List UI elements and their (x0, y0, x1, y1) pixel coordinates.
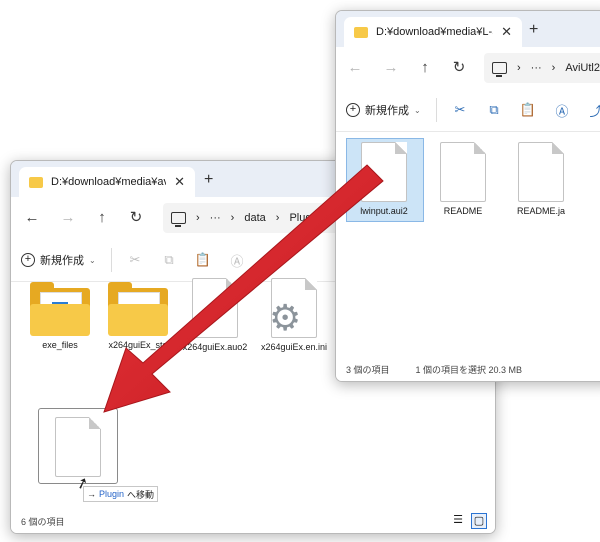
folder-icon (30, 282, 90, 336)
breadcrumb-aviutl2[interactable]: AviUtl2 (565, 62, 600, 74)
forward-arrow-icon[interactable]: → (57, 207, 79, 229)
cut-icon[interactable]: ✂ (443, 102, 477, 118)
up-arrow-icon[interactable]: ↑ (91, 207, 113, 229)
list-item[interactable]: x264guiEx_stg (99, 282, 177, 350)
file-icon (440, 142, 486, 202)
item-label: x264guiEx.en.ini (260, 342, 328, 352)
selection-info: 1 個の項目を選択 20.3 MB (415, 364, 523, 375)
new-item-label: 新規作成 (40, 255, 84, 267)
close-tab-icon[interactable]: ✕ (501, 24, 512, 40)
item-label: x264guiEx.auo2 (182, 342, 248, 352)
details-view-icon[interactable]: ☰ (451, 513, 465, 527)
address-more-button[interactable]: ··· (210, 212, 221, 224)
paste-icon[interactable]: 📋 (511, 102, 545, 118)
cut-icon[interactable]: ✂ (118, 252, 152, 268)
share-icon[interactable]: ⤴ (579, 101, 600, 120)
folder-icon (29, 176, 43, 188)
list-item[interactable]: README.ja (502, 142, 580, 216)
move-target: Plugin (99, 489, 125, 499)
move-tooltip: → Plugin へ移動 (83, 486, 159, 502)
drag-ghost (38, 408, 118, 484)
address-chevron[interactable]: › (517, 62, 521, 74)
address-chevron[interactable]: › (552, 62, 556, 74)
explorer-window-lsmash: D:¥download¥media¥L-SMASH ✕ + ← → ↑ ↻ › … (335, 10, 600, 382)
copy-icon[interactable]: ⧉ (477, 102, 511, 118)
move-action: へ移動 (127, 489, 155, 500)
tab-title: D:¥download¥media¥aviutl2b (51, 176, 166, 188)
breadcrumb-data[interactable]: data (244, 212, 265, 224)
plus-icon: + (21, 253, 35, 267)
file-icon (55, 417, 101, 477)
tab-plugin-folder[interactable]: D:¥download¥media¥aviutl2b ✕ (19, 167, 195, 197)
command-bar: + 新規作成 ⌄ ✂ ⧉ 📋 Ⓐ ⤴ (336, 89, 600, 132)
address-bar[interactable]: › ··· › AviUtl2 (484, 53, 600, 83)
refresh-icon[interactable]: ↻ (448, 57, 470, 79)
folder-icon (108, 282, 168, 336)
monitor-icon (492, 62, 507, 77)
back-arrow-icon[interactable]: ← (21, 207, 43, 229)
file-icon (518, 142, 564, 202)
close-tab-icon[interactable]: ✕ (174, 174, 185, 190)
refresh-icon[interactable]: ↻ (125, 207, 147, 229)
status-bar: 3 個の項目 1 個の項目を選択 20.3 MB (336, 357, 600, 381)
new-item-button[interactable]: + 新規作成 ⌄ (11, 252, 105, 268)
address-more-button[interactable]: ··· (531, 62, 542, 74)
breadcrumb-plugin[interactable]: Plugin (289, 212, 320, 224)
copy-icon[interactable]: ⧉ (152, 252, 186, 268)
rename-icon[interactable]: Ⓐ (545, 101, 579, 120)
item-count: 6 個の項目 (21, 516, 65, 527)
forward-arrow-icon[interactable]: → (380, 57, 402, 79)
address-chevron[interactable]: › (276, 212, 280, 224)
move-arrow-icon: → (87, 489, 96, 499)
chevron-down-icon: ⌄ (89, 255, 96, 265)
list-item[interactable]: README (424, 142, 502, 216)
new-item-label: 新規作成 (365, 105, 409, 117)
chevron-down-icon: ⌄ (414, 105, 421, 115)
address-chevron[interactable]: › (196, 212, 200, 224)
list-item[interactable]: x264guiEx.auo2 (176, 276, 254, 352)
navigation-bar: ← → ↑ ↻ › ··· › AviUtl2 (336, 47, 600, 90)
address-chevron[interactable]: › (231, 212, 235, 224)
back-arrow-icon[interactable]: ← (344, 57, 366, 79)
file-icon (361, 142, 407, 202)
large-icons-view-icon[interactable]: ▢ (471, 513, 487, 529)
divider (111, 248, 112, 272)
rename-icon[interactable]: Ⓐ (220, 251, 254, 270)
up-arrow-icon[interactable]: ↑ (414, 57, 436, 79)
status-bar: 6 個の項目 (11, 509, 495, 533)
new-tab-button[interactable]: + (529, 21, 538, 39)
tab-lsmash-folder[interactable]: D:¥download¥media¥L-SMASH ✕ (344, 17, 522, 47)
title-bar: D:¥download¥media¥L-SMASH ✕ + (336, 11, 600, 47)
address-chevron[interactable]: › (330, 212, 334, 224)
gear-icon: ⚙ (269, 297, 302, 338)
list-item[interactable]: lwinput.aui2 (345, 142, 423, 216)
monitor-icon (171, 212, 186, 227)
item-label: lwinput.aui2 (360, 206, 408, 216)
file-list: lwinput.aui2 README README.ja (336, 132, 600, 381)
file-icon (192, 278, 238, 338)
folder-icon (354, 26, 368, 38)
list-item[interactable]: ⚙ x264guiEx.en.ini (255, 276, 333, 352)
item-label: README.ja (516, 206, 565, 216)
item-label: exe_files (42, 340, 78, 350)
divider (436, 98, 437, 122)
new-tab-button[interactable]: + (204, 171, 213, 189)
item-label: README (443, 206, 483, 216)
item-count: 3 個の項目 (346, 364, 390, 375)
view-toggle: ☰ ▢ (451, 513, 487, 529)
paste-icon[interactable]: 📋 (186, 252, 220, 268)
tab-title: D:¥download¥media¥L-SMASH (376, 26, 493, 38)
item-label: x264guiEx_stg (108, 340, 168, 350)
share-icon[interactable]: ⤴ (254, 251, 288, 270)
plus-icon: + (346, 103, 360, 117)
new-item-button[interactable]: + 新規作成 ⌄ (336, 102, 430, 118)
list-item[interactable]: exe_files (21, 282, 99, 350)
